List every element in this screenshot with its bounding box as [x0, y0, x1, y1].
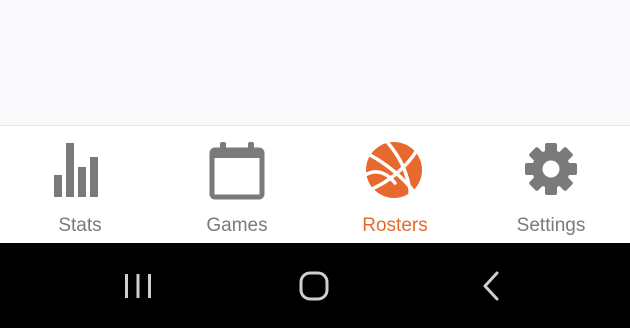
back-icon — [483, 271, 499, 301]
tab-games-label: Games — [206, 215, 268, 236]
recents-icon — [125, 274, 151, 298]
tab-stats[interactable]: Stats — [15, 126, 145, 244]
tab-rosters-label: Rosters — [362, 215, 428, 236]
back-button[interactable] — [461, 265, 521, 305]
tab-rosters[interactable]: Rosters — [330, 126, 460, 244]
app-screen: Stats Games Rosters Settings — [0, 0, 630, 328]
content-area — [0, 0, 630, 125]
gear-icon — [525, 143, 577, 195]
tab-settings-label: Settings — [516, 215, 586, 236]
calendar-icon — [209, 142, 265, 200]
recents-button[interactable] — [108, 265, 168, 305]
home-icon — [299, 271, 329, 301]
tab-games[interactable]: Games — [172, 126, 302, 244]
bar-chart-icon — [54, 143, 98, 197]
tab-stats-label: Stats — [58, 215, 102, 236]
bottom-tab-bar: Stats Games Rosters Settings — [0, 125, 630, 243]
home-button[interactable] — [284, 265, 344, 305]
basketball-icon — [365, 141, 422, 199]
system-navigation-bar — [0, 243, 630, 328]
tab-settings[interactable]: Settings — [486, 126, 616, 244]
